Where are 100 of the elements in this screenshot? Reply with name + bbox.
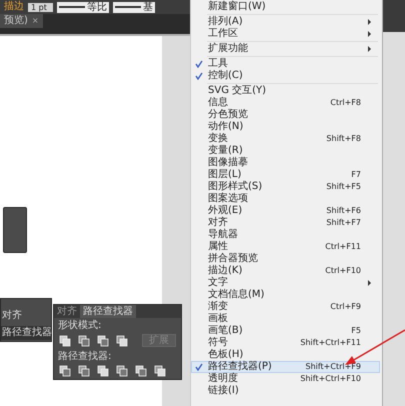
pathfinder-icon[interactable] [78, 334, 90, 346]
pathfinder-icon[interactable] [97, 334, 109, 346]
menu-item[interactable]: 渐变 Ctrl+F9 [191, 301, 380, 313]
pathfinder-icon[interactable] [59, 334, 71, 346]
menu-label: 动作(N) [207, 122, 244, 132]
shortcut-label: Shift+F6 [326, 206, 362, 216]
shortcut-label: Shift+F8 [326, 134, 362, 144]
pathfinder-icon[interactable] [59, 365, 71, 377]
pathfinder-icon[interactable] [97, 365, 109, 377]
toolbar-strip [383, 0, 405, 32]
document-tab[interactable]: 预览) × [0, 14, 43, 28]
shortcut-label: F5 [351, 326, 362, 336]
menu-label: 画笔(B) [207, 326, 244, 336]
menu-label: 新建窗口(W) [207, 2, 267, 12]
menu-item[interactable]: 文字 [191, 277, 380, 289]
menu-item[interactable]: 新建窗口(W) [191, 1, 380, 13]
menu-item[interactable]: 对齐 Shift+F7 [191, 217, 380, 229]
tools-panel [3, 207, 27, 253]
menu-item[interactable]: 路径查找器(P) Shift+Ctrl+F9 [191, 361, 380, 373]
menu-item[interactable]: 控制(C) [191, 70, 380, 82]
menu-label: 文字 [207, 278, 229, 288]
menu-label: 透明度 [207, 374, 239, 384]
menu-item[interactable]: 画笔(B) F5 [191, 325, 380, 337]
menu-item[interactable]: 外观(E) Shift+F6 [191, 205, 380, 217]
shortcut-label: Ctrl+F11 [325, 242, 362, 252]
menu-item[interactable]: 导航器 [191, 229, 380, 241]
menu-label: 图案选项 [207, 194, 249, 204]
menu-label: 图形样式(S) [207, 182, 264, 192]
menu-label: 拼合器预览 [207, 254, 259, 264]
menu-item[interactable]: 图层(L) F7 [191, 169, 380, 181]
shortcut-label: Shift+Ctrl+F9 [305, 362, 362, 372]
menu-item[interactable]: 图像描摹 [191, 157, 380, 169]
menu-label: 链接(I) [207, 386, 240, 396]
shortcut-label: Shift+Ctrl+F11 [300, 338, 362, 348]
shortcut-label: Shift+Ctrl+F10 [300, 374, 362, 384]
menu-label: 符号 [207, 338, 229, 348]
panel-tab[interactable]: 路径查找器 [80, 305, 136, 318]
shortcut-label: Ctrl+F9 [330, 302, 362, 312]
menu-label: 导航器 [207, 230, 239, 240]
shortcut-label: Shift+F5 [326, 182, 362, 192]
menu-label: 排列(A) [207, 17, 244, 27]
menu-item[interactable]: 链接(I) [191, 385, 380, 397]
menu-item[interactable]: 画板 [191, 313, 380, 325]
menu-item[interactable]: 色板(H) [191, 349, 380, 361]
dock-item[interactable]: 路径查找器 [1, 326, 51, 340]
menu-item[interactable]: 符号 Shift+Ctrl+F11 [191, 337, 380, 349]
menu-item[interactable]: 图形样式(S) Shift+F5 [191, 181, 380, 193]
menu-item[interactable]: 变量(R) [191, 145, 380, 157]
section-label: 形状模式: [57, 318, 102, 332]
close-icon[interactable]: × [32, 15, 39, 27]
menu-label: 工具 [207, 59, 229, 69]
menu-label: 色板(H) [207, 350, 244, 360]
menu-label: 工作区 [207, 29, 239, 39]
menu-label: 画板 [207, 314, 229, 324]
pathfinder-icon[interactable] [78, 365, 90, 377]
shortcut-label: Shift+F7 [326, 218, 362, 228]
panel-tab[interactable]: 对齐 [54, 305, 80, 318]
pathfinder-icon[interactable] [116, 334, 128, 346]
stroke-weight-field[interactable]: 1 pt [28, 2, 53, 12]
menu-label: 分色预览 [207, 110, 249, 120]
profile-dropdown[interactable]: 等比 [56, 2, 109, 12]
menu-label: 控制(C) [207, 71, 244, 81]
menu-item[interactable]: 属性 Ctrl+F11 [191, 241, 380, 253]
dock-item[interactable]: 对齐 [1, 309, 51, 323]
menu-item[interactable]: 描边(K) Ctrl+F10 [191, 265, 380, 277]
menu-item[interactable]: 工作区 [191, 28, 380, 40]
menu-label: 图像描摹 [207, 158, 249, 168]
menu-label: 渐变 [207, 302, 229, 312]
menu-item[interactable]: 排列(A) [191, 16, 380, 28]
shortcut-label: Ctrl+F8 [330, 98, 362, 108]
menu-item[interactable]: 文档信息(M) [191, 289, 380, 301]
menu-label: 属性 [207, 242, 229, 252]
menu-item[interactable]: 变换 Shift+F8 [191, 133, 380, 145]
menu-label: SVG 交互(Y) [207, 86, 268, 96]
stroke-label: 描边 [4, 1, 24, 13]
menu-label: 对齐 [207, 218, 229, 228]
menu-item[interactable]: 信息 Ctrl+F8 [191, 97, 380, 109]
menu-label: 文档信息(M) [207, 290, 266, 300]
menu-item[interactable]: 分色预览 [191, 109, 380, 121]
menu-label: 描边(K) [207, 266, 244, 276]
brush-dropdown[interactable]: 基 [112, 2, 155, 12]
section-label: 路径查找器: [57, 350, 112, 363]
shortcut-label: Ctrl+F10 [325, 266, 362, 276]
menu-item[interactable]: SVG 交互(Y) [191, 85, 380, 97]
menu-item[interactable]: 图案选项 [191, 193, 380, 205]
menu-label: 外观(E) [207, 206, 244, 216]
menu-label: 变换 [207, 134, 229, 144]
menu-label: 变量(R) [207, 146, 244, 156]
menu-label: 信息 [207, 98, 229, 108]
pathfinder-icon[interactable] [116, 365, 128, 377]
menu-item[interactable]: 透明度 Shift+Ctrl+F10 [191, 373, 380, 385]
menu-item[interactable]: 工具 [191, 58, 380, 70]
menu-label: 图层(L) [207, 170, 242, 180]
menu-item[interactable]: 拼合器预览 [191, 253, 380, 265]
menu-item[interactable]: 动作(N) [191, 121, 380, 133]
pathfinder-icon[interactable] [135, 365, 147, 377]
menu-label: 路径查找器(P) [207, 362, 273, 372]
shortcut-label: F7 [351, 170, 362, 180]
pathfinder-icon[interactable] [154, 365, 166, 377]
menu-item[interactable]: 扩展功能 [191, 43, 380, 55]
